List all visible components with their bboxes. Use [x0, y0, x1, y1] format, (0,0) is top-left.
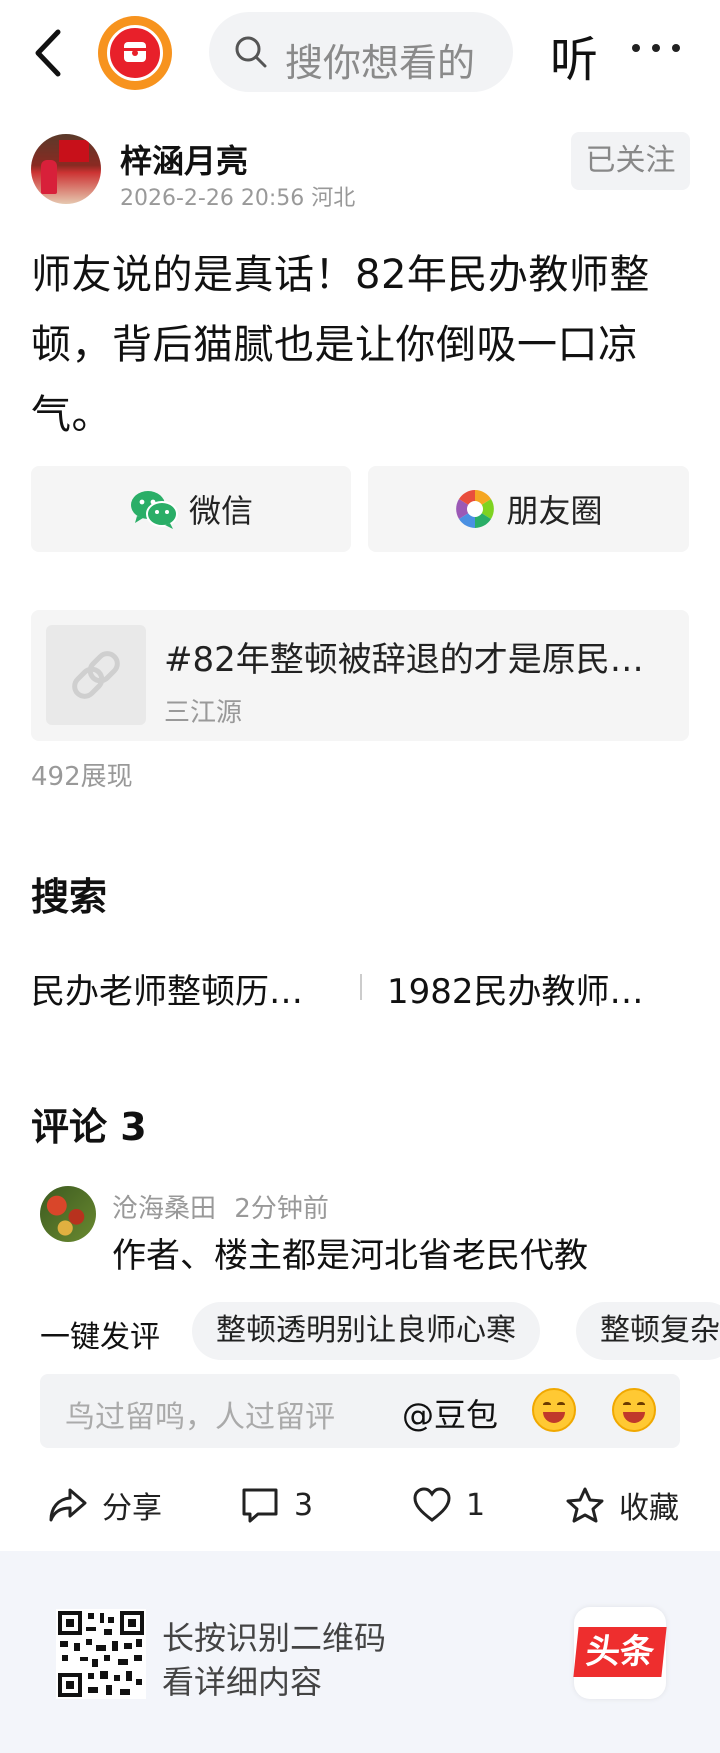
- moments-icon: [456, 490, 495, 528]
- share-wechat-label: 微信: [188, 492, 253, 530]
- search-suggestion[interactable]: 1982民办教师整顿: [387, 964, 657, 1013]
- more-options-icon[interactable]: [632, 44, 682, 56]
- comment-count: 3: [294, 1487, 314, 1523]
- qr-subtext: 看详细内容: [162, 1663, 323, 1701]
- toutiao-logo-text: 头条: [573, 1627, 667, 1677]
- search-section-title: 搜索: [31, 875, 108, 919]
- footer-qr-banner: 长按识别二维码 看详细内容 头条: [0, 1551, 720, 1753]
- search-icon: [235, 36, 267, 68]
- comment-input[interactable]: 鸟过留鸣，人过留评 @豆包: [40, 1374, 680, 1448]
- comment-time: 2分钟前: [234, 1194, 329, 1224]
- grin-emoji-icon[interactable]: [532, 1388, 576, 1432]
- red-packet-logo-icon[interactable]: [98, 16, 172, 90]
- laugh-emoji-icon[interactable]: [612, 1388, 656, 1432]
- comments-section-title: 评论 3: [31, 1105, 147, 1149]
- author-name[interactable]: 梓涵月亮: [120, 136, 248, 182]
- link-icon: [72, 651, 120, 699]
- follow-button[interactable]: 已关注: [571, 132, 690, 190]
- like-button[interactable]: 1: [412, 1482, 485, 1528]
- back-arrow-icon[interactable]: [30, 28, 70, 78]
- share-arrow-icon: [49, 1488, 87, 1522]
- like-count: 1: [466, 1487, 486, 1523]
- comment-meta: 沧海桑田 2分钟前: [112, 1188, 329, 1225]
- share-label: 分享: [102, 1491, 162, 1526]
- comment-input-placeholder: 鸟过留鸣，人过留评: [65, 1400, 335, 1435]
- quick-comment-label: 一键发评: [40, 1320, 160, 1355]
- quick-comment-chip[interactable]: 整顿透明别让良师心寒: [192, 1302, 540, 1360]
- view-count: 492展现: [31, 762, 133, 792]
- toutiao-logo: 头条: [573, 1607, 667, 1699]
- wechat-icon: [130, 491, 178, 529]
- divider: [360, 974, 362, 1000]
- search-suggestion[interactable]: 民办老师整顿历史背景: [31, 964, 321, 1013]
- qr-instruction: 长按识别二维码: [162, 1619, 387, 1657]
- share-moments-label: 朋友圈: [506, 492, 603, 530]
- listen-button[interactable]: 听: [550, 20, 598, 90]
- mention-doubao-button[interactable]: @豆包: [402, 1390, 498, 1436]
- comment-text: 作者、楼主都是河北省老民代教: [112, 1236, 588, 1276]
- author-avatar[interactable]: [31, 134, 101, 204]
- star-icon: [566, 1487, 604, 1523]
- share-button[interactable]: 分享: [48, 1482, 162, 1528]
- comment-button[interactable]: 3: [240, 1482, 313, 1528]
- search-placeholder: 搜你想看的: [285, 41, 476, 85]
- quick-comment-chip[interactable]: 整顿复杂: [576, 1302, 720, 1360]
- link-thumbnail: [46, 625, 146, 725]
- favorite-label: 收藏: [619, 1491, 679, 1526]
- share-wechat-button[interactable]: 微信: [31, 466, 351, 552]
- share-moments-button[interactable]: 朋友圈: [368, 466, 689, 552]
- search-input[interactable]: 搜你想看的: [209, 12, 513, 92]
- article-text: 师友说的是真话！82年民办教师整顿，背后猫腻也是让你倒吸一口凉气。: [31, 252, 650, 438]
- post-timestamp-location: 2026-2-26 20:56 河北: [120, 186, 356, 211]
- comment-bubble-icon: [242, 1488, 278, 1523]
- link-title: #82年整顿被辞退的才是原民办教师: [164, 640, 674, 680]
- link-source: 三江源: [164, 698, 243, 728]
- heart-icon: [413, 1487, 451, 1522]
- commenter-avatar[interactable]: [40, 1186, 96, 1242]
- qr-code-icon[interactable]: [56, 1609, 146, 1699]
- favorite-button[interactable]: 收藏: [565, 1482, 679, 1528]
- topic-link-card[interactable]: #82年整顿被辞退的才是原民办教师 三江源: [31, 610, 689, 741]
- commenter-name[interactable]: 沧海桑田: [112, 1194, 216, 1224]
